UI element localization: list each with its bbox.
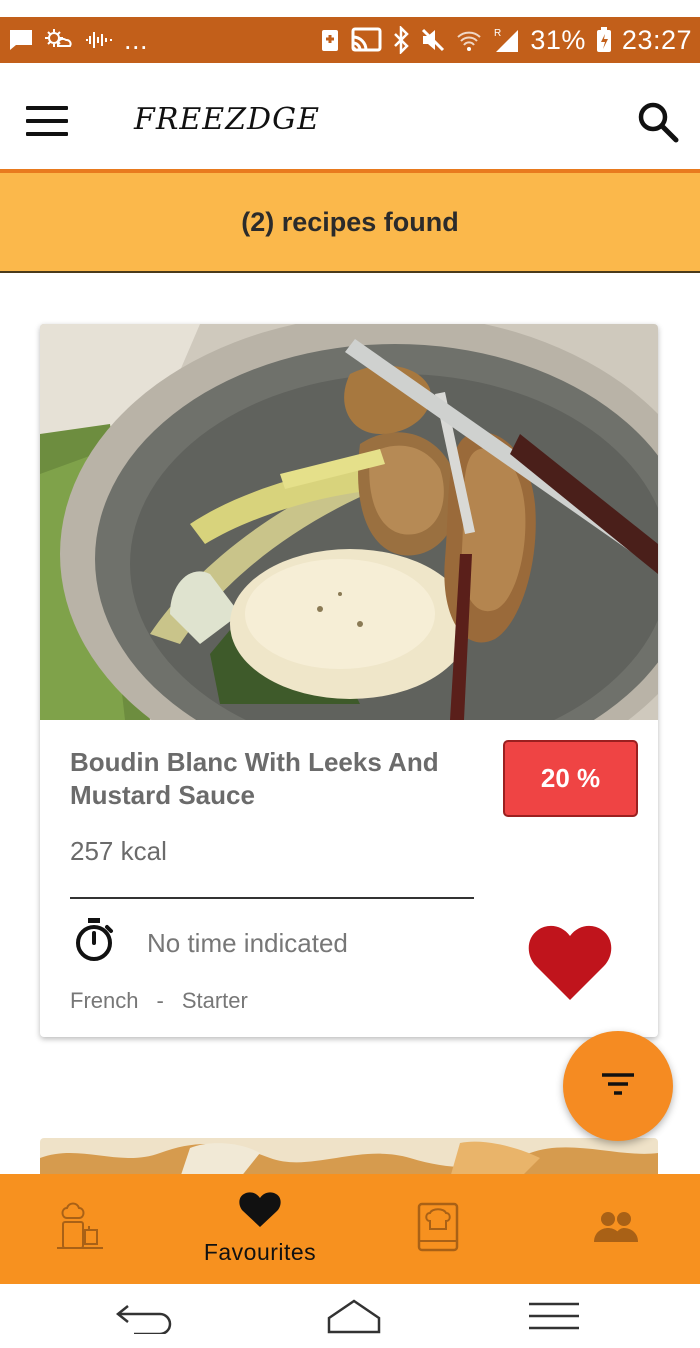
nav-item-fridge[interactable] xyxy=(40,1174,120,1284)
filter-icon xyxy=(600,1071,636,1102)
stopwatch-icon xyxy=(74,918,114,962)
clock: 23:27 xyxy=(621,24,692,55)
nav-item-favourites[interactable]: Favourites xyxy=(180,1174,340,1284)
home-icon[interactable] xyxy=(326,1298,382,1339)
tag-separator: - xyxy=(156,988,164,1013)
app-bar xyxy=(0,63,700,169)
recipe-card-peek[interactable] xyxy=(40,1138,658,1178)
weather-icon xyxy=(44,28,74,52)
battery-charging-icon xyxy=(596,27,612,53)
recipe-tags: French - Starter xyxy=(70,988,248,1014)
search-icon[interactable] xyxy=(636,100,680,144)
svg-text:R: R xyxy=(494,28,501,39)
results-count-text: (2) recipes found xyxy=(241,206,459,237)
heart-icon xyxy=(239,1192,281,1233)
status-bar: ... R 31% 23:27 xyxy=(0,17,700,63)
recipe-cuisine: French xyxy=(70,988,139,1013)
people-icon xyxy=(594,1210,638,1249)
system-navigation-bar xyxy=(0,1284,700,1348)
nav-label-favourites: Favourites xyxy=(203,1239,317,1265)
bottom-navigation: Favourites xyxy=(0,1174,700,1284)
recipe-time: No time indicated xyxy=(147,928,348,958)
recent-apps-icon[interactable] xyxy=(527,1300,581,1337)
cast-icon xyxy=(350,27,382,53)
fridge-chef-icon xyxy=(55,1202,105,1257)
status-ellipsis: ... xyxy=(124,24,149,55)
recipe-title[interactable]: Boudin Blanc With Leeks And Mustard Sauc… xyxy=(70,746,490,812)
battery-percent: 31% xyxy=(530,24,586,55)
filter-fab-button[interactable] xyxy=(563,1031,673,1141)
recipe-card[interactable]: Boudin Blanc With Leeks And Mustard Sauc… xyxy=(40,324,658,1037)
signal-roaming-icon: R xyxy=(492,26,520,54)
recipe-book-icon xyxy=(416,1201,460,1258)
back-icon[interactable] xyxy=(114,1300,176,1339)
message-notification-icon xyxy=(8,28,34,52)
battery-saver-icon xyxy=(320,27,340,53)
recipe-calories: 257 kcal xyxy=(70,836,167,866)
recipe-image[interactable] xyxy=(40,324,658,720)
match-percent-badge: 20 % xyxy=(503,740,638,817)
recipe-course: Starter xyxy=(181,988,248,1013)
audio-wave-icon xyxy=(84,28,114,52)
favourite-heart-icon[interactable] xyxy=(528,924,612,1002)
nav-item-recipe-book[interactable] xyxy=(400,1174,476,1284)
mute-icon xyxy=(420,27,446,53)
results-banner: (2) recipes found xyxy=(0,173,700,273)
nav-item-community[interactable] xyxy=(578,1174,654,1284)
app-brand-logo: FREEZDGE xyxy=(134,102,320,137)
wifi-icon xyxy=(456,27,482,53)
bluetooth-icon xyxy=(392,26,410,54)
card-divider xyxy=(70,897,474,899)
hamburger-menu-icon[interactable] xyxy=(26,106,68,136)
